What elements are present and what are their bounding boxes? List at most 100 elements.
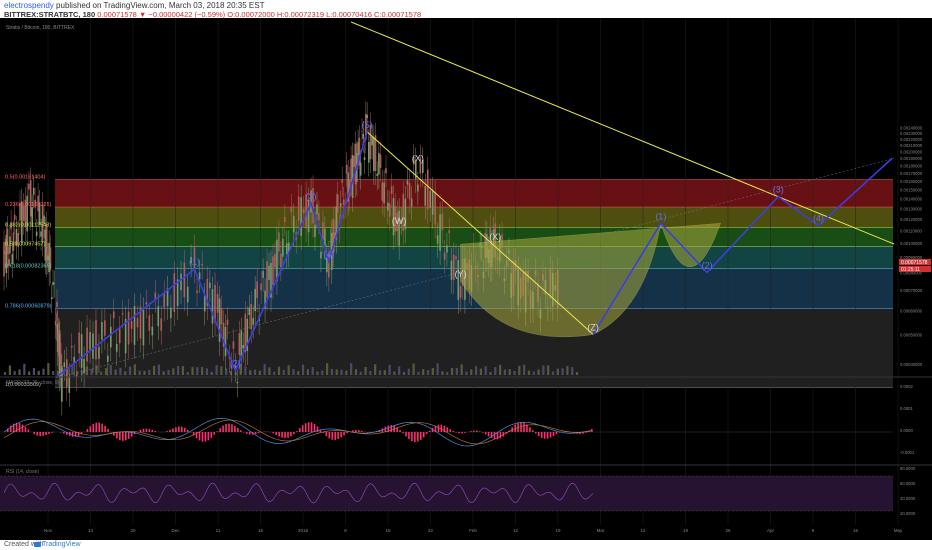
volume-bar: [547, 365, 550, 375]
volume-bar: [301, 364, 305, 375]
candle-body: [98, 346, 100, 359]
candle-body: [268, 265, 270, 280]
volume-bar: [258, 370, 261, 375]
candle-body: [336, 194, 339, 213]
candle-body: [226, 319, 229, 326]
volume-bar: [85, 366, 88, 375]
volume-bar: [474, 366, 478, 375]
candle-body: [439, 214, 441, 251]
macd-bar: [328, 432, 331, 439]
candle-body: [363, 157, 366, 160]
volume-bar: [104, 368, 108, 375]
tradingview-link[interactable]: TradingView: [42, 541, 81, 548]
volume-bar: [100, 371, 103, 375]
volume-bar: [369, 371, 372, 375]
candle-body: [170, 307, 172, 319]
candle-body: [50, 297, 53, 300]
candle-body: [68, 375, 71, 393]
macd-bar: [555, 432, 558, 435]
candle-body: [339, 203, 342, 207]
volume-bar: [23, 363, 26, 375]
candle-body: [118, 328, 121, 344]
candle-body: [307, 200, 310, 233]
macd-bar: [281, 432, 283, 438]
volume-bar: [407, 368, 410, 375]
macd-bar: [425, 432, 428, 435]
volume-bar: [484, 366, 487, 375]
candle-body: [390, 186, 393, 194]
candle-body: [369, 125, 372, 160]
macd-bar: [455, 432, 457, 433]
macd-bar: [104, 425, 106, 432]
wave-label: (5): [362, 120, 373, 130]
volume-bar: [201, 367, 204, 375]
candle-body: [286, 243, 288, 255]
candle-body: [40, 231, 42, 237]
time-tick-label: Apr: [767, 528, 775, 533]
candle-body: [353, 155, 355, 168]
volume-bar: [561, 368, 564, 375]
macd-bar: [148, 429, 151, 432]
candle-body: [455, 256, 457, 260]
macd-bar: [529, 427, 531, 432]
macd-bar: [122, 432, 124, 441]
candle-body: [133, 305, 136, 345]
macd-bar: [139, 429, 142, 432]
macd-bar: [213, 432, 216, 435]
time-tick-label: May: [894, 528, 903, 533]
volume-bar: [181, 365, 185, 375]
volume-bar: [282, 369, 285, 375]
macd-bar: [437, 424, 440, 432]
volume-bar: [436, 363, 439, 375]
macd-bar: [172, 428, 174, 432]
volume-bar: [28, 371, 31, 375]
time-tick-label: Feb: [469, 528, 477, 533]
candle-body: [151, 326, 154, 336]
volume-bar: [114, 369, 117, 375]
macd-bar: [493, 432, 496, 440]
candle-body: [429, 190, 432, 208]
price-tick-label: 0.00200000: [900, 149, 923, 154]
macd-bar: [39, 432, 41, 437]
macd-bar: [257, 432, 260, 434]
author-link[interactable]: electrospendy: [4, 1, 54, 10]
macd-bar: [169, 429, 171, 432]
candle-body: [318, 213, 320, 221]
price-tick-label: 0.00180000: [900, 163, 923, 168]
volume-bar: [508, 369, 511, 375]
candle-body: [374, 135, 377, 171]
macd-bar: [310, 422, 313, 432]
volume-bar: [330, 368, 334, 375]
macd-bar: [419, 432, 422, 440]
candle-body: [224, 327, 227, 357]
macd-bar: [299, 428, 301, 432]
candle-body: [297, 196, 300, 221]
volume-bar: [412, 363, 415, 375]
candle-body: [457, 260, 460, 300]
time-tick-label: Dec: [171, 528, 180, 533]
candle-body: [410, 198, 413, 207]
fib-level-label: 0.5(0.00097457): [5, 241, 46, 247]
macd-bar: [222, 425, 224, 432]
candle-body: [278, 232, 280, 252]
macd-bar: [414, 432, 416, 442]
candle-body: [260, 283, 262, 291]
price-tick-label: 0.00160000: [900, 179, 923, 184]
macd-bar: [45, 432, 47, 436]
candle-body: [362, 133, 365, 139]
volume-bar: [537, 369, 540, 375]
wave-label: (3): [773, 185, 784, 195]
macd-bar: [476, 430, 478, 432]
wave-label: (2): [230, 359, 241, 369]
macd-bar: [27, 429, 30, 432]
macd-bar: [284, 432, 286, 439]
macd-bar: [546, 432, 549, 439]
volume-bar: [90, 368, 93, 375]
price-chart[interactable]: (1) (2) (3) (4) (5) (X) (W) (X) (Y) (Z) (1) (2) (3) (…: [0, 18, 932, 540]
candle-body: [130, 320, 133, 329]
price-tick-label: 0.00040000: [900, 362, 923, 367]
candle-body: [95, 320, 97, 360]
volume-bar: [523, 364, 526, 375]
volume-bar: [441, 371, 444, 375]
candle-body: [92, 333, 94, 359]
